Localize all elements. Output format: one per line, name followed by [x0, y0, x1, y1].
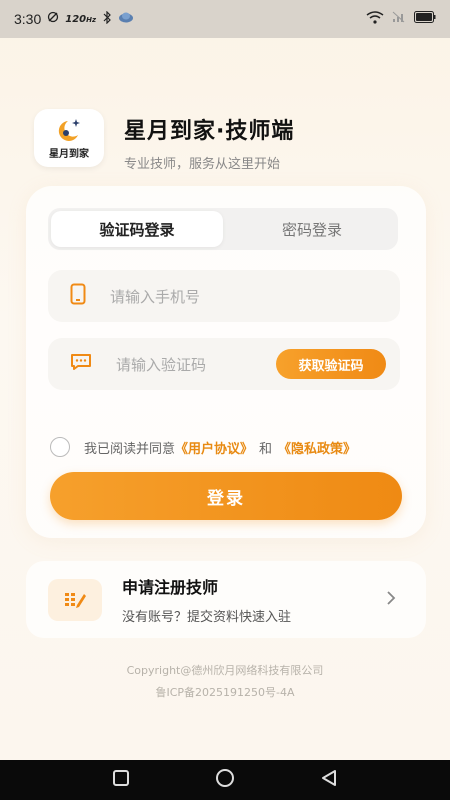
register-title: 申请注册技师: [122, 578, 219, 597]
agree-checkbox[interactable]: [50, 437, 70, 457]
copyright-text: Copyright@德州欣月网络科技有限公司: [126, 664, 324, 677]
agree-prefix: 我已阅读并同意: [84, 441, 176, 457]
brand-header: 星月到家 星月到家·技师端 专业技师，服务从这里开始: [34, 109, 294, 172]
icp-text: 鲁ICP备2025191250号-4A: [155, 686, 295, 699]
and-text: 和: [259, 441, 273, 457]
agreement-row: 我已阅读并同意 《用户协议》 和 《隐私政策》: [50, 437, 356, 457]
register-card[interactable]: 申请注册技师 没有账号？提交资料快速入驻: [26, 561, 426, 638]
phone-field[interactable]: 请输入手机号: [48, 270, 400, 322]
signal-icon: [392, 11, 406, 27]
home-icon[interactable]: [215, 768, 235, 792]
back-icon[interactable]: [320, 769, 338, 791]
footer: Copyright@德州欣月网络科技有限公司 鲁ICP备2025191250号-…: [0, 660, 450, 704]
moon-star-icon: [58, 118, 80, 141]
phone-icon: [70, 283, 86, 309]
privacy-policy-link[interactable]: 《隐私政策》: [278, 438, 356, 457]
cloud-icon: [118, 11, 134, 27]
register-icon: [48, 578, 102, 621]
code-input[interactable]: 请输入验证码: [116, 354, 206, 375]
logo-text: 星月到家: [49, 148, 89, 160]
phone-input[interactable]: 请输入手机号: [110, 286, 200, 307]
app-subtitle: 专业技师，服务从这里开始: [124, 157, 281, 172]
status-bar: 3:30 120Hz: [0, 0, 450, 38]
bluetooth-icon: [102, 10, 112, 28]
chevron-right-icon: [386, 590, 396, 610]
system-nav-bar: [0, 760, 450, 800]
get-code-button[interactable]: 获取验证码: [276, 349, 386, 379]
battery-icon: [414, 11, 436, 27]
login-button[interactable]: 登录: [50, 472, 402, 520]
wifi-icon: [366, 10, 384, 28]
tab-password-login[interactable]: 密码登录: [226, 208, 398, 250]
user-agreement-link[interactable]: 《用户协议》: [175, 438, 253, 457]
message-icon: [70, 353, 92, 375]
app-title: 星月到家·技师端: [124, 119, 295, 144]
status-time: 3:30: [14, 11, 42, 27]
app-logo: 星月到家: [34, 109, 104, 167]
login-tabs: 验证码登录 密码登录: [48, 208, 398, 250]
tab-sms-login[interactable]: 验证码登录: [51, 211, 223, 247]
recents-icon[interactable]: [112, 769, 130, 791]
login-card: 验证码登录 密码登录 请输入手机号 请输入验证码 获取验证码 我已阅读并同意 《…: [26, 186, 426, 538]
no-disturb-icon: [47, 11, 59, 27]
network-rate: 120Hz: [65, 13, 97, 25]
code-field[interactable]: 请输入验证码 获取验证码: [48, 338, 400, 390]
register-subtitle: 没有账号？提交资料快速入驻: [122, 610, 292, 625]
